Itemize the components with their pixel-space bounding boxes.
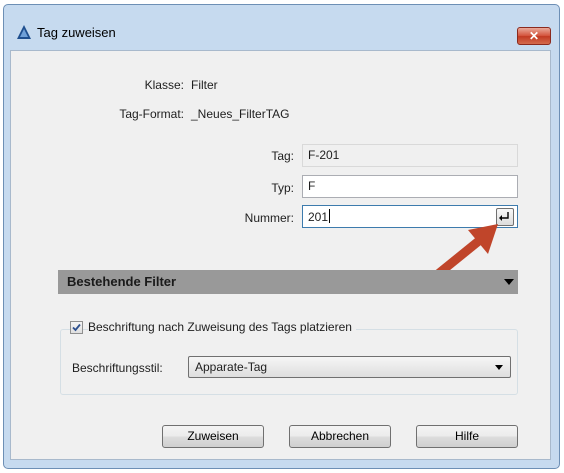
- checkbox-label[interactable]: Beschriftung nach Zuweisung des Tags pla…: [88, 320, 356, 334]
- title-bar[interactable]: Tag zuweisen ✕: [4, 5, 559, 51]
- klasse-value: Filter: [191, 78, 218, 92]
- close-icon: ✕: [528, 29, 540, 43]
- tagformat-value: _Neues_FilterTAG: [191, 107, 290, 121]
- chevron-down-icon: [504, 279, 514, 285]
- tag-value: F-201: [308, 148, 340, 162]
- typ-field[interactable]: F: [302, 175, 518, 198]
- style-value: Apparate-Tag: [195, 360, 268, 374]
- section-title: Bestehende Filter: [67, 274, 177, 289]
- cancel-button[interactable]: Abbrechen: [289, 425, 391, 448]
- typ-value: F: [308, 179, 316, 193]
- annotation-style-dropdown[interactable]: Apparate-Tag: [188, 356, 511, 378]
- chevron-down-icon: [495, 365, 503, 370]
- style-label: Beschriftungsstil:: [72, 361, 163, 375]
- help-button[interactable]: Hilfe: [416, 425, 518, 448]
- existing-filters-section[interactable]: Bestehende Filter: [58, 270, 518, 294]
- checkmark-icon: [72, 323, 81, 332]
- place-annotation-checkbox[interactable]: [70, 321, 83, 334]
- text-caret: [329, 209, 331, 223]
- autocad-a-icon: [17, 25, 31, 39]
- dialog-title: Tag zuweisen: [37, 25, 116, 40]
- nummer-label: Nummer:: [244, 211, 294, 225]
- nummer-value: 201: [308, 210, 329, 224]
- assign-button[interactable]: Zuweisen: [162, 425, 264, 448]
- tag-field: F-201: [302, 144, 518, 167]
- tagformat-label: Tag-Format:: [119, 107, 184, 121]
- close-button[interactable]: ✕: [517, 27, 551, 45]
- klasse-label: Klasse:: [144, 78, 184, 92]
- typ-label: Typ:: [271, 181, 294, 195]
- tag-label: Tag:: [271, 149, 294, 163]
